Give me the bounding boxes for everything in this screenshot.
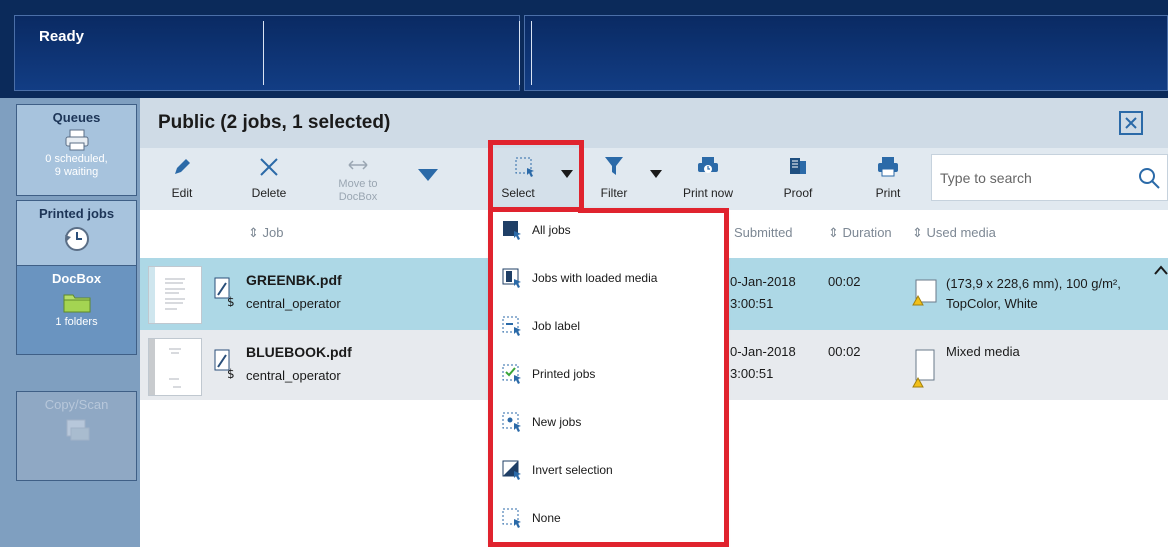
- history-icon: [64, 227, 89, 251]
- move-to-docbox-button[interactable]: Move to DocBox: [320, 148, 396, 210]
- search-icon[interactable]: [1137, 166, 1161, 190]
- job-submitted-date: 0-Jan-2018: [730, 274, 796, 289]
- status-bar: Ready: [0, 0, 1168, 98]
- svg-text:$: $: [227, 295, 235, 307]
- filter-icon: [605, 157, 623, 175]
- billing-document-icon: $: [214, 277, 235, 307]
- filter-label: Filter: [600, 186, 628, 200]
- column-header-used-media[interactable]: ⇕ Used media: [912, 225, 996, 241]
- delete-button[interactable]: Delete: [238, 148, 300, 210]
- print-button[interactable]: Print: [860, 148, 916, 210]
- move-to-docbox-label-2: DocBox: [338, 191, 378, 203]
- job-media-line-1: Mixed media: [946, 344, 1020, 359]
- column-header-submitted-label: Submitted: [734, 225, 793, 240]
- highlight-select-menu: [488, 208, 729, 547]
- media-warning-icon: [912, 279, 937, 306]
- column-header-submitted[interactable]: Submitted: [734, 225, 793, 240]
- job-media-line-2: TopColor, White: [946, 296, 1038, 311]
- highlight-connector: [578, 208, 729, 213]
- proof-button[interactable]: Proof: [770, 148, 826, 210]
- job-name: BLUEBOOK.pdf: [246, 344, 352, 360]
- job-name: GREENBK.pdf: [246, 272, 342, 288]
- filter-button[interactable]: Filter: [590, 148, 668, 210]
- move-to-docbox-label-1: Move to: [338, 178, 378, 190]
- folder-icon: [63, 294, 90, 313]
- nav-queues[interactable]: Queues 0 scheduled, 9 waiting: [16, 104, 137, 196]
- search-box: [931, 154, 1168, 201]
- title-bar: Public (2 jobs, 1 selected): [140, 98, 1168, 148]
- printer-icon: [65, 129, 88, 151]
- job-submitted-time: 3:00:51: [730, 296, 774, 311]
- document-preview-icon: [149, 267, 201, 323]
- media-warning-icon: [912, 349, 935, 388]
- job-owner: central_operator: [246, 296, 341, 311]
- billing-document-icon: $: [214, 349, 235, 379]
- more-actions-button[interactable]: [410, 148, 446, 210]
- close-icon: [1125, 117, 1137, 129]
- nav-empty-slot: [16, 486, 137, 547]
- print-now-label: Print now: [682, 186, 734, 200]
- print-now-icon: [698, 157, 718, 173]
- job-thumbnail: [148, 266, 202, 324]
- nav-printed-jobs-label: Printed jobs: [38, 206, 115, 221]
- search-input[interactable]: [940, 167, 1120, 189]
- edit-label: Edit: [171, 186, 193, 200]
- column-header-duration[interactable]: ⇕ Duration: [828, 225, 892, 241]
- job-submitted-date: 0-Jan-2018: [730, 344, 796, 359]
- proof-icon: [790, 158, 806, 174]
- scanner-icon: [66, 419, 89, 441]
- close-button[interactable]: [1119, 111, 1143, 135]
- highlight-select-button: [488, 140, 584, 212]
- status-divider: [531, 21, 532, 85]
- column-header-duration-label: Duration: [842, 225, 892, 240]
- left-navigation: Queues 0 scheduled, 9 waiting Printed jo…: [0, 98, 140, 547]
- chevron-down-icon: [418, 169, 438, 181]
- nav-copy-scan[interactable]: Copy/Scan: [16, 391, 137, 481]
- nav-queues-label: Queues: [52, 110, 101, 125]
- print-now-button[interactable]: Print now: [680, 148, 736, 210]
- move-icon: [348, 160, 368, 170]
- column-header-job[interactable]: ⇕ Job: [248, 225, 283, 241]
- chevron-down-icon: [650, 170, 662, 178]
- job-duration: 00:02: [828, 344, 861, 359]
- nav-docbox-label: DocBox: [51, 271, 102, 286]
- nav-queues-scheduled: 0 scheduled,: [45, 153, 108, 165]
- edit-button[interactable]: Edit: [154, 148, 210, 210]
- nav-queues-waiting: 9 waiting: [54, 166, 99, 178]
- status-text: Ready: [39, 28, 85, 45]
- delete-icon: [260, 158, 278, 176]
- column-header-used-media-label: Used media: [926, 225, 996, 240]
- status-pane-main: Ready: [14, 15, 520, 91]
- printer-icon: [878, 157, 898, 177]
- svg-text:$: $: [227, 367, 235, 379]
- job-submitted-time: 3:00:51: [730, 366, 774, 381]
- nav-docbox[interactable]: DocBox 1 folders: [16, 265, 137, 355]
- nav-docbox-folders: 1 folders: [55, 316, 98, 328]
- job-thumbnail: [148, 338, 202, 396]
- chevron-up-icon[interactable]: [1154, 265, 1168, 275]
- print-label: Print: [875, 186, 901, 200]
- document-preview-icon: [149, 339, 201, 395]
- job-owner: central_operator: [246, 368, 341, 383]
- status-divider: [263, 21, 264, 85]
- page-title: Public (2 jobs, 1 selected): [158, 112, 391, 133]
- delete-label: Delete: [251, 186, 287, 200]
- pencil-icon: [175, 159, 190, 174]
- status-divider: [519, 21, 520, 85]
- status-pane-secondary: [524, 15, 1168, 91]
- toolbar: Edit Delete Move to DocBox Select Filter…: [140, 148, 1168, 210]
- column-header-job-label: Job: [262, 225, 284, 240]
- proof-label: Proof: [783, 186, 813, 200]
- nav-copy-scan-label: Copy/Scan: [44, 397, 109, 412]
- job-duration: 00:02: [828, 274, 861, 289]
